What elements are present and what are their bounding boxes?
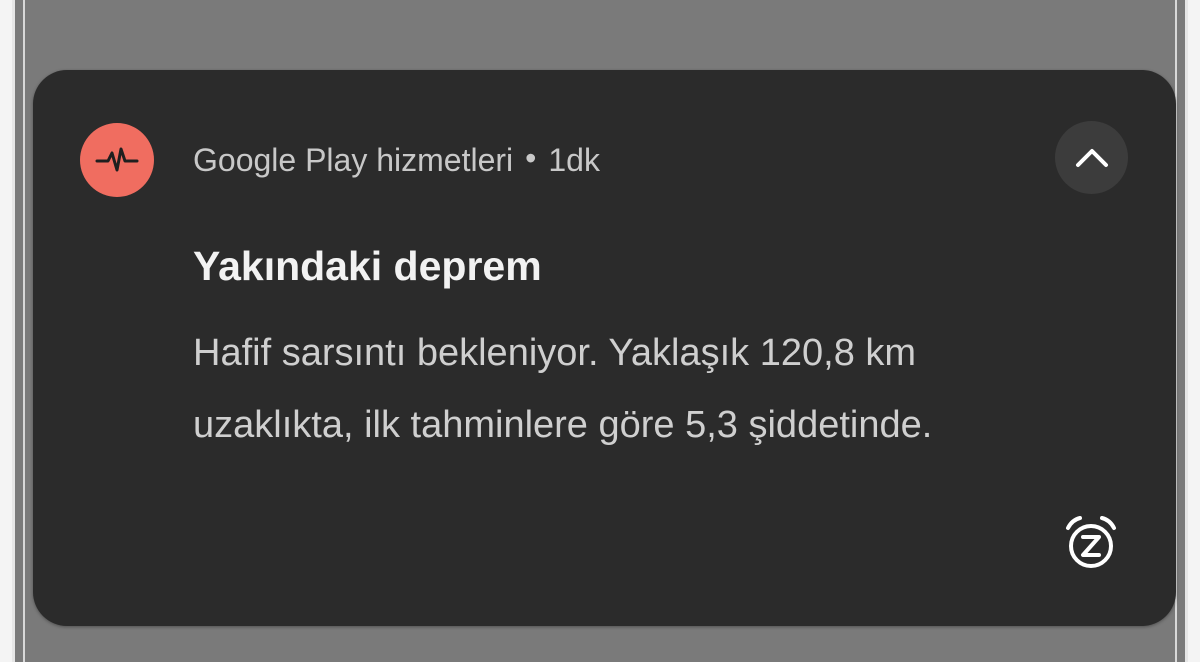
notification-body-line-1: Hafif sarsıntı bekleniyor. Yaklaşık 120,…	[193, 332, 917, 374]
header-separator: •	[525, 140, 537, 176]
collapse-button[interactable]	[1055, 121, 1128, 194]
frame-border-left	[23, 0, 25, 662]
notification-header: Google Play hizmetleri • 1dk	[193, 140, 600, 180]
earthquake-pulse-icon	[80, 123, 154, 197]
notification-body-line-2: uzaklıkta, ilk tahminlere göre 5,3 şidde…	[193, 404, 933, 446]
snooze-button[interactable]	[1060, 512, 1122, 574]
app-name: Google Play hizmetleri	[193, 142, 514, 178]
notification-time: 1dk	[548, 142, 600, 178]
snooze-alarm-icon	[1066, 516, 1116, 568]
notification-title: Yakındaki deprem	[193, 243, 542, 289]
chevron-up-icon	[1075, 148, 1108, 167]
